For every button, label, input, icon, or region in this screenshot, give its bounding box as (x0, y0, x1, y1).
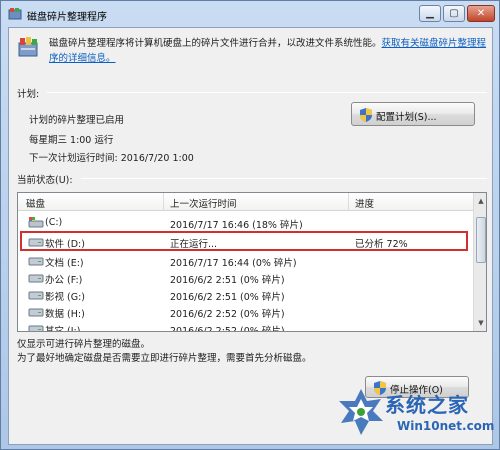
schedule-status: 计划的碎片整理已启用 (29, 115, 125, 126)
disk-name: (C:) (45, 217, 63, 228)
disk-row[interactable]: 影视 (G:) 2016/6/2 2:51 (0% 碎片) (18, 286, 473, 303)
defrag-window: 磁盘碎片整理程序 ▁ ▢ ✕ 磁盘碎片整理程序将计算机硬盘上的碎片文件进行合并，… (0, 0, 500, 450)
drive-icon (28, 274, 44, 283)
drive-icon (28, 291, 44, 300)
window-title: 磁盘碎片整理程序 (27, 12, 107, 23)
configure-schedule-label: 配置计划(S)... (376, 112, 437, 123)
defrag-large-icon (18, 37, 38, 57)
drive-icon (28, 257, 44, 266)
scroll-up-icon[interactable]: ▲ (475, 194, 486, 208)
title-bar[interactable]: 磁盘碎片整理程序 ▁ ▢ ✕ (1, 1, 499, 27)
schedule-frequency: 每星期三 1:00 运行 (29, 135, 114, 146)
disk-name: 文档 (E:) (45, 258, 84, 269)
disk-row[interactable]: 数据 (H:) 2016/6/2 2:52 (0% 碎片) (18, 303, 473, 320)
disk-list[interactable]: 磁盘 上一次运行时间 进度 (C:) 2016/7/17 16:46 (18% … (17, 192, 487, 332)
maximize-button[interactable]: ▢ (443, 5, 465, 22)
current-status-label: 当前状态(U): (17, 175, 73, 186)
disk-last-run: 2016/6/2 2:52 (0% 碎片) (170, 309, 285, 320)
disk-last-run: 2016/6/2 2:51 (0% 碎片) (170, 275, 285, 286)
scroll-thumb[interactable] (476, 217, 486, 263)
minimize-button[interactable]: ▁ (419, 5, 441, 22)
disk-row[interactable]: 文档 (E:) 2016/7/17 16:44 (0% 碎片) (18, 252, 473, 269)
column-divider[interactable] (163, 193, 164, 211)
close-button[interactable]: ✕ (467, 5, 495, 22)
disk-last-run: 2016/6/2 2:51 (0% 碎片) (170, 292, 285, 303)
disk-last-run: 2016/6/2 2:52 (0% 碎片) (170, 326, 285, 332)
defrag-app-icon (8, 8, 22, 20)
disk-name: 影视 (G:) (45, 292, 85, 303)
drive-icon (28, 308, 44, 317)
note-defrag-only: 仅显示可进行碎片整理的磁盘。 (17, 339, 151, 350)
column-divider[interactable] (348, 193, 349, 211)
schedule-section-label: 计划: (17, 89, 40, 100)
watermark-logo-icon (339, 389, 383, 435)
disk-name: 办公 (F:) (45, 275, 83, 286)
disk-list-header: 磁盘 上一次运行时间 进度 (18, 193, 473, 211)
vertical-scrollbar[interactable]: ▲ ▼ (473, 193, 486, 331)
description: 磁盘碎片整理程序将计算机硬盘上的碎片文件进行合并，以改进文件系统性能。获取有关磁… (49, 36, 489, 66)
uac-shield-icon (360, 108, 372, 122)
column-last-run[interactable]: 上一次运行时间 (170, 196, 237, 210)
disk-last-run: 2016/7/17 16:46 (18% 碎片) (170, 220, 303, 231)
watermark-url: Win10net.com (397, 419, 495, 433)
minimize-icon: ▁ (426, 8, 434, 19)
schedule-next-run: 下一次计划运行时间: 2016/7/20 1:00 (29, 153, 194, 164)
watermark-name: 系统之家 (385, 393, 469, 417)
column-disk[interactable]: 磁盘 (26, 196, 45, 210)
disk-row[interactable]: 其它 (I:) 2016/6/2 2:52 (0% 碎片) (18, 320, 473, 332)
disk-name: 其它 (I:) (45, 326, 81, 332)
close-icon: ✕ (476, 8, 486, 19)
disk-last-run: 2016/7/17 16:44 (0% 碎片) (170, 258, 297, 269)
status-divider (81, 178, 487, 179)
highlight-box (20, 231, 468, 251)
disk-row[interactable]: 办公 (F:) 2016/6/2 2:51 (0% 碎片) (18, 269, 473, 286)
maximize-icon: ▢ (449, 8, 459, 19)
description-text: 磁盘碎片整理程序将计算机硬盘上的碎片文件进行合并，以改进文件系统性能。 (49, 38, 382, 49)
note-analyze-first: 为了最好地确定磁盘是否需要立即进行碎片整理，需要首先分析磁盘。 (17, 353, 312, 364)
drive-icon (28, 325, 44, 331)
column-progress[interactable]: 进度 (355, 196, 374, 210)
scroll-down-icon[interactable]: ▼ (475, 316, 486, 330)
configure-schedule-button[interactable]: 配置计划(S)... (351, 102, 475, 126)
watermark: 系统之家 Win10net.com (331, 381, 496, 443)
disk-name: 数据 (H:) (45, 309, 85, 320)
disk-row[interactable]: (C:) 2016/7/17 16:46 (18% 碎片) (18, 214, 473, 231)
schedule-divider (47, 92, 487, 93)
system-drive-icon (28, 217, 44, 228)
